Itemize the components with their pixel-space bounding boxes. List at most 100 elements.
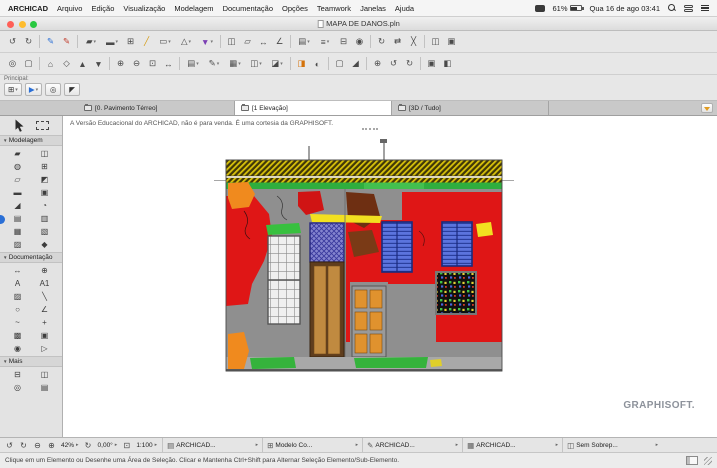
worksheet-tool[interactable]: ▤ (31, 381, 58, 394)
tab-overflow-menu-icon[interactable] (701, 103, 713, 113)
hotspot-tool[interactable]: + (31, 316, 58, 329)
door-tool[interactable]: ◫ (31, 147, 58, 160)
zoom-selection-icon[interactable]: ⊕ (370, 56, 385, 71)
fit-scale-icon[interactable]: ⊡ (120, 439, 133, 452)
zoom-in-icon[interactable]: ⊕ (45, 439, 58, 452)
section-tool-icon[interactable]: ⊟ (336, 34, 351, 49)
publisher-icon[interactable]: ▣ (424, 56, 439, 71)
curtain-wall-tool[interactable]: ▨ (4, 238, 31, 251)
close-button[interactable] (7, 20, 14, 28)
shell-tool[interactable]: ◔ (31, 199, 58, 212)
origin-button[interactable]: ◎ (45, 83, 62, 96)
previous-view-icon[interactable]: ↺ (386, 56, 401, 71)
spline-tool[interactable]: ~ (4, 316, 31, 329)
geometry-poly-icon[interactable]: △ (176, 34, 196, 49)
column-tool[interactable]: ◍ (4, 160, 31, 173)
menu-edicao[interactable]: Edição (91, 4, 114, 13)
find-select-icon[interactable]: ◎ (5, 56, 20, 71)
notification-list-icon[interactable] (701, 4, 709, 12)
dimension-tool-icon[interactable]: ↔ (256, 34, 271, 49)
geometry-rect-icon[interactable]: ▭ (155, 34, 175, 49)
zoom-in-icon[interactable]: ⊕ (113, 56, 128, 71)
story-settings-icon[interactable]: ≡ (315, 34, 335, 49)
zoom-level-control[interactable]: 42% (58, 442, 82, 449)
interior-elevation-tool[interactable]: ◎ (4, 381, 31, 394)
damage-map-elevation-drawing[interactable] (214, 136, 514, 386)
layer-combination-pane[interactable]: ▤ ARCHICAD... (162, 438, 262, 452)
menu-arquivo[interactable]: Arquivo (57, 4, 82, 13)
marquee-select-tool[interactable] (35, 121, 49, 130)
pan-icon[interactable]: ↔ (161, 56, 176, 71)
pen-tool-icon[interactable]: ✎ (43, 34, 58, 49)
tab-elevacao[interactable]: [1 Elevação] (235, 101, 392, 115)
morph-tool[interactable]: ◆ (31, 238, 58, 251)
grid-snap-icon[interactable]: ⊞ (123, 34, 138, 49)
layer-settings-icon[interactable]: ▤ (294, 34, 314, 49)
panel-toggle-icon[interactable] (686, 456, 698, 465)
object-tool[interactable]: ▣ (31, 186, 58, 199)
section-tool[interactable]: ⊟ (4, 368, 31, 381)
menu-ajuda[interactable]: Ajuda (395, 4, 414, 13)
fit-window-icon[interactable]: ⊡ (145, 56, 160, 71)
structure-display-pane[interactable]: ⊞ Modelo Co... (262, 438, 362, 452)
scale-control[interactable]: 1:100 (133, 442, 160, 449)
marquee-view-icon[interactable]: ▢ (332, 56, 347, 71)
story-up-icon[interactable]: ▲ (75, 56, 90, 71)
redo-icon[interactable]: ↻ (21, 34, 36, 49)
rotate-icon[interactable]: ↻ (374, 34, 389, 49)
model-3d-icon[interactable]: ◇ (59, 56, 74, 71)
drawing-canvas[interactable]: A Versão Educacional do ARCHICAD, não é … (64, 116, 717, 437)
menu-janelas[interactable]: Janelas (360, 4, 386, 13)
pen-color-icon[interactable]: ▼ (197, 34, 217, 49)
resize-grip-icon[interactable] (704, 456, 712, 465)
graphic-override-icon[interactable]: ◫ (246, 56, 266, 71)
split-icon[interactable]: ╳ (406, 34, 421, 49)
camera-tool-icon[interactable]: ◉ (352, 34, 367, 49)
menu-extra-icon[interactable] (534, 4, 545, 12)
skylight-tool[interactable]: ◩ (31, 173, 58, 186)
model-view-options-icon[interactable]: ▦ (225, 56, 245, 71)
undo-icon[interactable]: ↺ (5, 34, 20, 49)
menu-visualizacao[interactable]: Visualização (123, 4, 165, 13)
layers-dialog-icon[interactable]: ▤ (183, 56, 203, 71)
menubar-clock[interactable]: Qua 16 de ago 03:41 (590, 4, 660, 13)
rotation-control[interactable]: 0,00° (95, 442, 121, 449)
favorites-button[interactable]: ⊞ (4, 83, 22, 96)
default-settings-button[interactable]: ▶ (24, 83, 43, 96)
marker-tool[interactable]: ▷ (31, 342, 58, 355)
copy-icon[interactable]: ◫ (428, 34, 443, 49)
tab-pavimento-terreo[interactable]: [0. Pavimento Térreo] (78, 101, 235, 115)
section-header-modeling[interactable]: Modelagem (0, 135, 62, 146)
camera-tool[interactable]: ◉ (4, 342, 31, 355)
select-all-icon[interactable]: ▢ (21, 56, 36, 71)
menu-teamwork[interactable]: Teamwork (317, 4, 351, 13)
roof-tool[interactable]: ◢ (4, 199, 31, 212)
slab-tool-icon[interactable]: ▬ (102, 34, 122, 49)
text-tool[interactable]: A (4, 277, 31, 290)
virtual-trace-icon[interactable]: ◐ (310, 56, 325, 71)
floor-plan-icon[interactable]: ⌂ (43, 56, 58, 71)
polyline-tool[interactable]: ∠ (31, 303, 58, 316)
zoom-button[interactable] (30, 20, 37, 28)
level-dimension-tool[interactable]: ⊕ (31, 264, 58, 277)
elevation-tool[interactable]: ◫ (31, 368, 58, 381)
orientation-icon[interactable]: ↻ (82, 439, 95, 452)
graphic-override-pane[interactable]: ◫ Sem Sobrep... (562, 438, 662, 452)
cutting-plane-icon[interactable]: ◢ (348, 56, 363, 71)
trace-reference-icon[interactable]: ◨ (294, 56, 309, 71)
arrow-select-tool[interactable] (14, 119, 25, 132)
organizer-icon[interactable]: ◧ (440, 56, 455, 71)
pen-set-pane[interactable]: ✎ ARCHICAD... (362, 438, 462, 452)
drawing-tool[interactable]: ▣ (31, 329, 58, 342)
spotlight-search-icon[interactable] (668, 4, 676, 12)
beam-tool-icon[interactable]: ▱ (240, 34, 255, 49)
tab-3d-tudo[interactable]: [3D / Tudo] (392, 101, 549, 115)
menu-documentacao[interactable]: Documentação (223, 4, 273, 13)
label-tool[interactable]: A1 (31, 277, 58, 290)
model-view-pane[interactable]: ▦ ARCHICAD... (462, 438, 562, 452)
wall-tool[interactable]: ▰ (4, 147, 31, 160)
zoom-forward-icon[interactable]: ↻ (17, 439, 30, 452)
line-tool[interactable]: ╲ (31, 290, 58, 303)
window-tool[interactable]: ⊞ (31, 160, 58, 173)
dimension-tool[interactable]: ↔ (4, 264, 31, 277)
